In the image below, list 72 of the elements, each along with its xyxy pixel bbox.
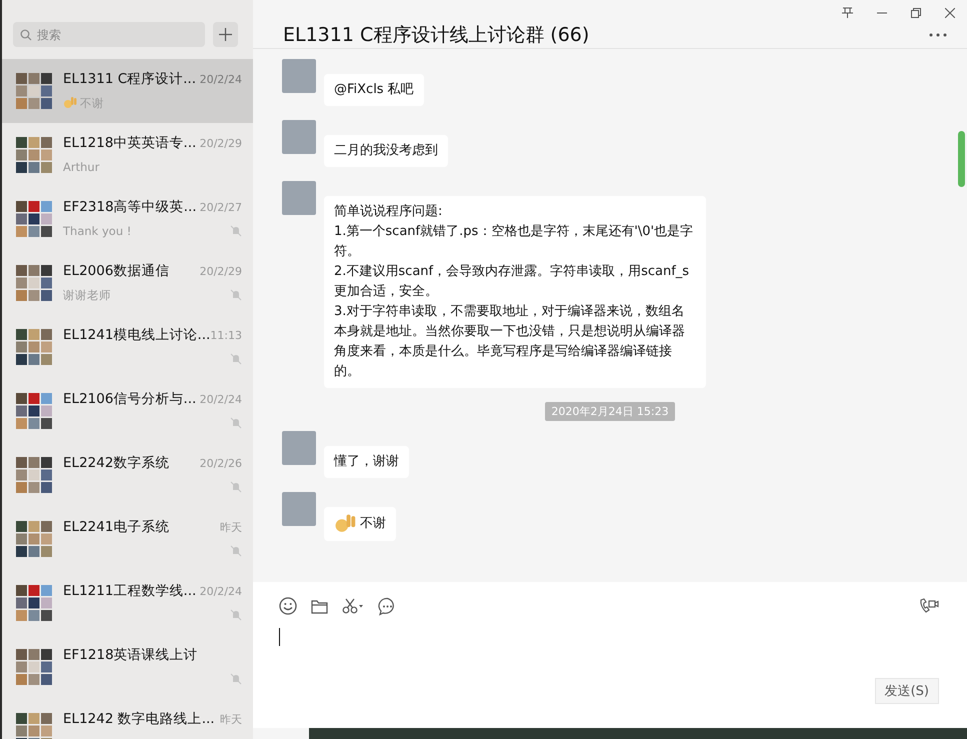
group-avatar [16, 201, 52, 237]
avatar-placeholder [282, 59, 316, 93]
chat-title: EL2242数字系统 [63, 454, 170, 472]
pin-icon[interactable] [842, 7, 853, 18]
chat-time: 昨天 [220, 712, 242, 726]
group-avatar [16, 393, 52, 429]
close-icon[interactable] [945, 8, 955, 18]
message-timestamp: 2020年2月24日 15:23 [545, 402, 675, 421]
group-avatar [16, 649, 52, 685]
chat-time: 20/2/24 [200, 72, 242, 86]
group-avatar [16, 329, 52, 365]
minimize-icon[interactable] [877, 12, 887, 14]
chat-list-item[interactable]: EF1218英语课线上讨 [2, 635, 253, 699]
chat-title: EF1218英语课线上讨 [63, 646, 198, 664]
chat-time: 昨天 [220, 520, 242, 534]
plus-icon [219, 28, 232, 41]
chat-time: 11:13 [210, 328, 242, 342]
chat-title: EL2106信号分析与... [63, 390, 196, 408]
chat-time: 20/2/29 [200, 136, 242, 150]
chat-list-item[interactable]: EL1241模电线上讨论...11:13 [2, 315, 253, 379]
chat-list-item[interactable]: EL2241电子系统 昨天 [2, 507, 253, 571]
chat-bubble-icon[interactable] [378, 596, 397, 616]
emoji-icon[interactable] [279, 597, 297, 615]
chat-window-title: EL1311 C程序设计线上讨论群 (66) [283, 23, 590, 48]
chat-title: EL1241模电线上讨论... [63, 326, 210, 344]
chat-title: EL1211工程数学线... [63, 582, 196, 600]
chat-time: 20/2/26 [200, 456, 242, 470]
message-text: 懂了，谢谢 [334, 453, 399, 471]
chat-time: 20/2/24 [200, 392, 242, 406]
group-avatar [16, 73, 52, 109]
group-avatar [16, 585, 52, 621]
chat-title: EL1218中英英语专... [63, 134, 196, 152]
group-avatar [16, 457, 52, 493]
chat-list-item[interactable]: EL1211工程数学线... 20/2/24 [2, 571, 253, 635]
chat-title: EL1242 数字电路线上... [63, 710, 215, 728]
message-text: 简单说说程序问题: 1.第一个scanf就错了.ps：空格也是字符，末尾还有'\0'也是字符。 2.不建议用scanf，会导致内存泄露。字符串读取，用scanf_s更加合适，安全。 3.对于字符串读取，不需要取地址，对于编译器来说，数组名本身就是地址。当然你要取一下也没错，只是想说明从编译器角度来看，本质是什么。毕竟写程序是写给编译器编译链接的。 [334, 203, 694, 381]
message-text: 不谢 [360, 515, 386, 533]
send-button[interactable]: 发送(S) [874, 678, 939, 704]
chat-list-item[interactable]: EL2006数据通信 20/2/29 谢谢老师 [2, 251, 253, 315]
group-avatar [16, 713, 52, 739]
chat-list-item[interactable]: EL1242 数字电路线上... 昨天 [2, 699, 253, 739]
more-icon[interactable] [929, 33, 947, 37]
chat-time: 20/2/24 [200, 584, 242, 598]
video-call-icon[interactable] [919, 598, 939, 614]
avatar-placeholder [282, 492, 316, 526]
scissors-icon[interactable] [342, 598, 364, 614]
chat-time: 20/2/27 [200, 200, 242, 214]
chat-preview: Arthur [63, 160, 100, 174]
chat-list-item[interactable]: EL2242数字系统 20/2/26 [2, 443, 253, 507]
chat-title: EF2318高等中级英... [63, 198, 197, 216]
chat-time: 20/2/29 [200, 264, 242, 278]
chat-list-item[interactable]: EL2106信号分析与... 20/2/24 [2, 379, 253, 443]
chat-preview: Thank you ! [63, 224, 132, 238]
group-avatar [16, 137, 52, 173]
avatar-placeholder [282, 120, 316, 154]
avatar-placeholder [282, 181, 316, 215]
chat-list-item[interactable]: EF2318高等中级英... 20/2/27 Thank you ! [2, 187, 253, 251]
message-text: @FiXcls 私吧 [334, 81, 414, 99]
scrollbar-thumb[interactable] [958, 131, 965, 187]
search-field[interactable]: 搜索 [13, 22, 206, 47]
avatar-placeholder [282, 431, 316, 465]
chat-title: EL2241电子系统 [63, 518, 170, 536]
chat-list-item[interactable]: EL1218中英英语专... 20/2/29 Arthur [2, 123, 253, 187]
folder-icon[interactable] [311, 598, 328, 614]
chat-title: EL1311 C程序设计... [63, 70, 196, 88]
chat-title: EL2006数据通信 [63, 262, 170, 280]
group-avatar [16, 521, 52, 557]
add-button[interactable] [213, 22, 238, 47]
restore-icon[interactable] [911, 8, 921, 18]
message-text: 二月的我没考虑到 [334, 142, 438, 160]
group-avatar [16, 265, 52, 301]
chat-preview: 谢谢老师 [63, 288, 112, 302]
